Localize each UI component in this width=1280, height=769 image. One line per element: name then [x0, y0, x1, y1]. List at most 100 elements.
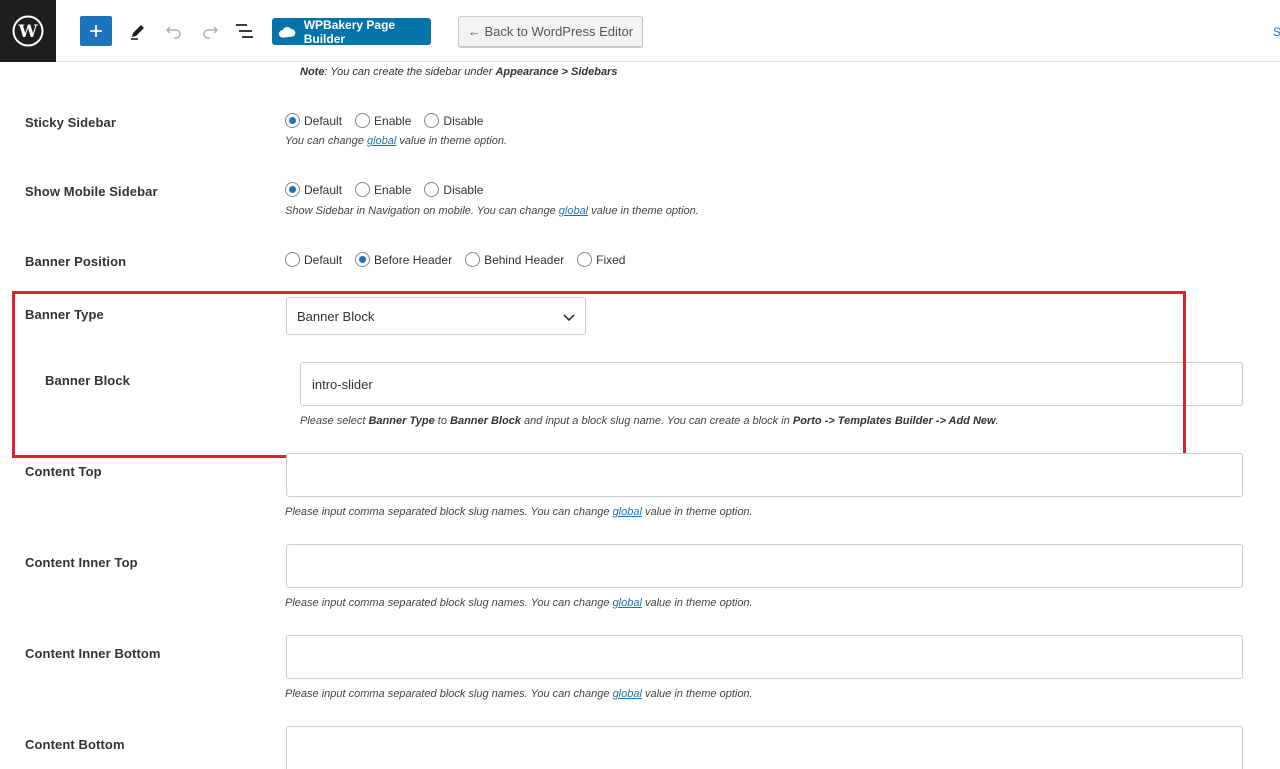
desc-text: value in theme option. [588, 205, 699, 217]
radio-empty-icon [577, 252, 593, 267]
sticky-sidebar-disable-radio[interactable]: Disable [424, 113, 483, 128]
edit-tools-button[interactable] [126, 19, 150, 43]
banner-position-fixed-radio[interactable]: Fixed [577, 252, 625, 267]
sticky-sidebar-default-radio[interactable]: Default [285, 113, 342, 128]
wpbakery-label: WPBakery Page Builder [303, 17, 396, 46]
desc-text: and input a block slug name. You can cre… [520, 415, 793, 427]
radio-label: Disable [443, 113, 484, 128]
radio-empty-icon [465, 252, 481, 267]
radio-label: Default [304, 252, 343, 267]
sidebar-note: Note: You can create the sidebar under A… [300, 66, 617, 78]
desc-bold: Banner Block [450, 415, 521, 427]
sticky-sidebar-label: Sticky Sidebar [25, 115, 116, 130]
desc-text: . [995, 415, 999, 427]
mobile-sidebar-description: Show Sidebar in Navigation on mobile. Yo… [285, 205, 699, 217]
radio-selected-icon [285, 182, 300, 197]
desc-text: Please input comma separated block slug … [285, 506, 613, 518]
radio-label: Behind Header [484, 252, 565, 267]
content-bottom-input[interactable] [286, 726, 1243, 769]
desc-text: value in theme option. [396, 135, 508, 147]
banner-block-description: Please select Banner Type to Banner Bloc… [300, 415, 999, 427]
content-inner-bottom-description: Please input comma separated block slug … [285, 688, 753, 700]
global-link[interactable]: global [613, 597, 642, 609]
banner-type-label: Banner Type [25, 307, 104, 322]
content-inner-top-input[interactable] [286, 544, 1243, 588]
desc-text: value in theme option. [641, 506, 753, 518]
note-prefix: Note [300, 66, 325, 78]
radio-label: Enable [374, 182, 412, 197]
global-link[interactable]: global [613, 688, 642, 700]
content-inner-bottom-label: Content Inner Bottom [25, 646, 161, 661]
wpbakery-page-builder-button[interactable]: WPBakery Page Builder [272, 17, 431, 46]
wpbakery-cloud-icon [278, 26, 296, 38]
show-mobile-sidebar-label: Show Mobile Sidebar [25, 184, 158, 199]
banner-type-selected-value: Banner Block [297, 308, 375, 324]
desc-text: Please input comma separated block slug … [285, 688, 613, 700]
editor-toolbar: W WPBakery Page Builder ← Back to WordPr… [0, 0, 1280, 62]
desc-text: value in theme option. [641, 597, 753, 609]
global-link[interactable]: global [559, 205, 588, 217]
desc-bold: Porto -> Templates Builder -> Add New [792, 415, 996, 427]
radio-label: Fixed [596, 252, 626, 267]
desc-text: value in theme option. [641, 688, 753, 700]
radio-label: Default [304, 182, 343, 197]
sticky-sidebar-radio-group: Default Enable Disable [285, 113, 496, 128]
mobile-sidebar-disable-radio[interactable]: Disable [424, 182, 483, 197]
document-overview-button[interactable] [233, 19, 257, 43]
note-path: Appearance > Sidebars [495, 66, 618, 78]
content-top-label: Content Top [25, 464, 102, 479]
radio-label: Before Header [374, 252, 453, 267]
back-to-wordpress-editor-button[interactable]: ← Back to WordPress Editor [458, 16, 643, 47]
plus-icon [90, 25, 102, 37]
mobile-sidebar-enable-radio[interactable]: Enable [355, 182, 411, 197]
wordpress-logo-icon[interactable]: W [0, 0, 56, 62]
desc-text: Please select [300, 415, 369, 427]
undo-button[interactable] [162, 19, 186, 43]
desc-text: Show Sidebar in Navigation on mobile. Yo… [285, 205, 559, 217]
mobile-sidebar-radio-group: Default Enable Disable [285, 182, 496, 197]
banner-position-label: Banner Position [25, 254, 127, 269]
banner-position-default-radio[interactable]: Default [285, 252, 342, 267]
note-text: : You can create the sidebar under [324, 66, 496, 78]
radio-selected-icon [285, 113, 300, 128]
radio-empty-icon [424, 182, 440, 197]
radio-label: Default [304, 113, 343, 128]
content-top-input[interactable] [286, 453, 1243, 497]
list-view-icon [236, 24, 253, 38]
radio-empty-icon [355, 113, 371, 128]
redo-icon [203, 26, 219, 39]
content-bottom-label: Content Bottom [25, 737, 125, 752]
banner-block-label: Banner Block [45, 373, 131, 388]
banner-block-input[interactable]: intro-slider [300, 362, 1243, 406]
desc-text: You can change [285, 135, 367, 147]
desc-bold: Banner Type [368, 415, 435, 427]
chevron-down-icon [563, 314, 575, 322]
undo-icon [165, 26, 181, 39]
sticky-sidebar-description: You can change global value in theme opt… [285, 135, 507, 147]
redo-button[interactable] [198, 19, 222, 43]
sticky-sidebar-enable-radio[interactable]: Enable [355, 113, 411, 128]
radio-selected-icon [355, 252, 371, 267]
banner-type-select[interactable]: Banner Block [286, 297, 586, 335]
radio-empty-icon [424, 113, 440, 128]
banner-position-before-header-radio[interactable]: Before Header [355, 252, 452, 267]
content-top-description: Please input comma separated block slug … [285, 506, 753, 518]
desc-text: Please input comma separated block slug … [285, 597, 613, 609]
radio-empty-icon [285, 252, 300, 267]
desc-text: to [434, 415, 451, 427]
radio-empty-icon [355, 182, 371, 197]
global-link[interactable]: global [367, 135, 396, 147]
content-inner-top-label: Content Inner Top [25, 555, 138, 570]
mobile-sidebar-default-radio[interactable]: Default [285, 182, 342, 197]
content-inner-bottom-input[interactable] [286, 635, 1243, 679]
content-inner-top-description: Please input comma separated block slug … [285, 597, 753, 609]
banner-position-behind-header-radio[interactable]: Behind Header [465, 252, 564, 267]
global-link[interactable]: global [613, 506, 642, 518]
truncated-toolbar-link[interactable]: S [1273, 25, 1280, 39]
svg-text:W: W [17, 22, 38, 42]
add-block-button[interactable] [80, 16, 112, 46]
radio-label: Disable [443, 182, 484, 197]
banner-position-radio-group: Default Before Header Behind Header Fixe… [285, 252, 638, 267]
radio-label: Enable [374, 113, 412, 128]
pencil-icon [131, 25, 144, 40]
